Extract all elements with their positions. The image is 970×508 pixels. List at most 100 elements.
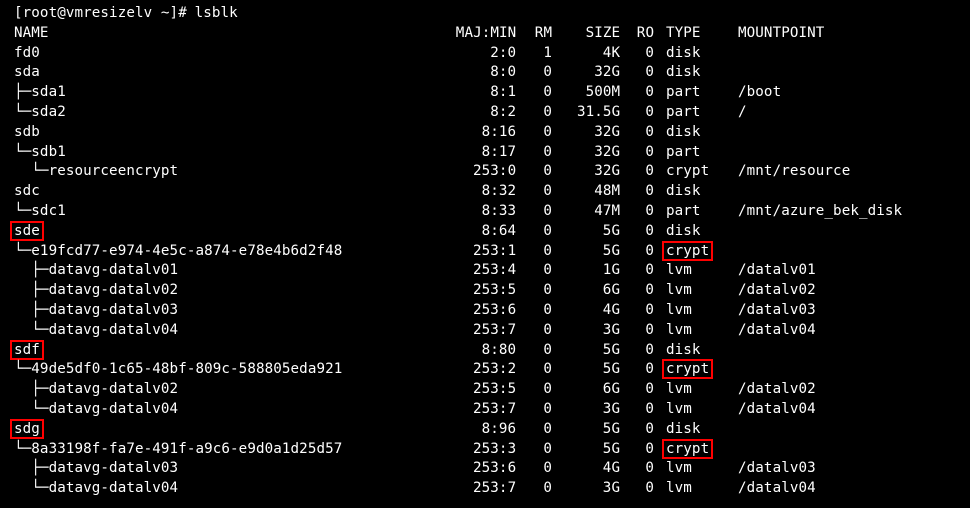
device-ro: 0 (645, 261, 654, 281)
device-rm: 0 (543, 242, 552, 262)
device-size: 6G (603, 380, 620, 400)
device-type: lvm (666, 301, 692, 321)
device-size: 4G (603, 459, 620, 479)
lsblk-row: ├─datavg-datalv03253:604G0lvm/datalv03 (6, 301, 964, 321)
device-size: 4K (603, 44, 620, 64)
device-mountpoint: /boot (738, 83, 781, 103)
device-size: 3G (603, 321, 620, 341)
device-majmin: 8:2 (490, 103, 516, 123)
device-majmin: 253:0 (473, 162, 516, 182)
device-name: sda (14, 63, 40, 83)
device-majmin: 253:4 (473, 261, 516, 281)
device-majmin: 253:5 (473, 281, 516, 301)
device-size: 5G (603, 341, 620, 361)
device-rm: 0 (543, 360, 552, 380)
col-name: NAME (14, 24, 49, 44)
device-size: 32G (594, 123, 620, 143)
device-type: crypt (666, 162, 709, 182)
device-ro: 0 (645, 479, 654, 499)
device-majmin: 253:6 (473, 459, 516, 479)
device-name: sdg (14, 420, 40, 440)
device-majmin: 253:3 (473, 440, 516, 460)
device-ro: 0 (645, 83, 654, 103)
device-rm: 0 (543, 162, 552, 182)
device-size: 5G (603, 242, 620, 262)
lsblk-row: fd02:014K0disk (6, 44, 964, 64)
lsblk-row: ├─sda18:10500M0part/boot (6, 83, 964, 103)
device-type: part (666, 83, 701, 103)
lsblk-row: └─datavg-datalv04253:703G0lvm/datalv04 (6, 400, 964, 420)
lsblk-row: sda8:0032G0disk (6, 63, 964, 83)
device-name: └─e19fcd77-e974-4e5c-a874-e78e4b6d2f48 (14, 242, 342, 262)
device-mountpoint: /datalv02 (738, 380, 816, 400)
device-mountpoint: /datalv02 (738, 281, 816, 301)
device-mountpoint: /datalv04 (738, 479, 816, 499)
device-size: 3G (603, 400, 620, 420)
device-size: 1G (603, 261, 620, 281)
lsblk-row: └─datavg-datalv04253:703G0lvm/datalv04 (6, 321, 964, 341)
device-ro: 0 (645, 44, 654, 64)
device-size: 32G (594, 63, 620, 83)
device-majmin: 8:0 (490, 63, 516, 83)
device-type: crypt (666, 440, 709, 460)
device-majmin: 253:7 (473, 479, 516, 499)
lsblk-row: ├─datavg-datalv03253:604G0lvm/datalv03 (6, 459, 964, 479)
device-majmin: 253:6 (473, 301, 516, 321)
device-majmin: 8:16 (482, 123, 517, 143)
device-type: disk (666, 420, 701, 440)
lsblk-row: ├─datavg-datalv02253:506G0lvm/datalv02 (6, 281, 964, 301)
device-size: 5G (603, 360, 620, 380)
device-name: └─resourceencrypt (14, 162, 178, 182)
device-size: 5G (603, 440, 620, 460)
device-mountpoint: / (738, 103, 747, 123)
device-type: part (666, 143, 701, 163)
device-rm: 1 (543, 44, 552, 64)
device-ro: 0 (645, 162, 654, 182)
device-rm: 0 (543, 321, 552, 341)
device-name: ├─datavg-datalv01 (14, 261, 178, 281)
device-majmin: 8:96 (482, 420, 517, 440)
device-rm: 0 (543, 261, 552, 281)
device-rm: 0 (543, 143, 552, 163)
col-majmin: MAJ:MIN (456, 24, 517, 44)
device-ro: 0 (645, 103, 654, 123)
device-ro: 0 (645, 202, 654, 222)
device-type: part (666, 202, 701, 222)
device-size: 500M (586, 83, 621, 103)
device-rm: 0 (543, 380, 552, 400)
shell-prompt: [root@vmresizelv ~]# (14, 4, 195, 24)
device-size: 47M (594, 202, 620, 222)
device-ro: 0 (645, 321, 654, 341)
device-type: part (666, 103, 701, 123)
lsblk-row: └─8a33198f-fa7e-491f-a9c6-e9d0a1d25d5725… (6, 440, 964, 460)
device-majmin: 2:0 (490, 44, 516, 64)
device-rm: 0 (543, 63, 552, 83)
device-name: └─datavg-datalv04 (14, 400, 178, 420)
col-size: SIZE (586, 24, 621, 44)
device-size: 31.5G (577, 103, 620, 123)
device-rm: 0 (543, 420, 552, 440)
device-majmin: 253:2 (473, 360, 516, 380)
device-type: lvm (666, 479, 692, 499)
device-rm: 0 (543, 123, 552, 143)
device-rm: 0 (543, 341, 552, 361)
device-name: sdc (14, 182, 40, 202)
device-size: 6G (603, 281, 620, 301)
device-majmin: 253:7 (473, 400, 516, 420)
device-majmin: 8:80 (482, 341, 517, 361)
lsblk-row: sde8:6405G0disk (6, 222, 964, 242)
device-mountpoint: /mnt/azure_bek_disk (738, 202, 902, 222)
device-size: 32G (594, 162, 620, 182)
device-name: ├─datavg-datalv02 (14, 281, 178, 301)
device-size: 4G (603, 301, 620, 321)
device-name: ├─sda1 (14, 83, 66, 103)
device-ro: 0 (645, 222, 654, 242)
lsblk-row: sdf8:8005G0disk (6, 341, 964, 361)
device-rm: 0 (543, 440, 552, 460)
device-mountpoint: /datalv03 (738, 301, 816, 321)
device-type: lvm (666, 281, 692, 301)
device-size: 48M (594, 182, 620, 202)
device-size: 5G (603, 420, 620, 440)
lsblk-row: └─resourceencrypt253:0032G0crypt/mnt/res… (6, 162, 964, 182)
device-name: fd0 (14, 44, 40, 64)
